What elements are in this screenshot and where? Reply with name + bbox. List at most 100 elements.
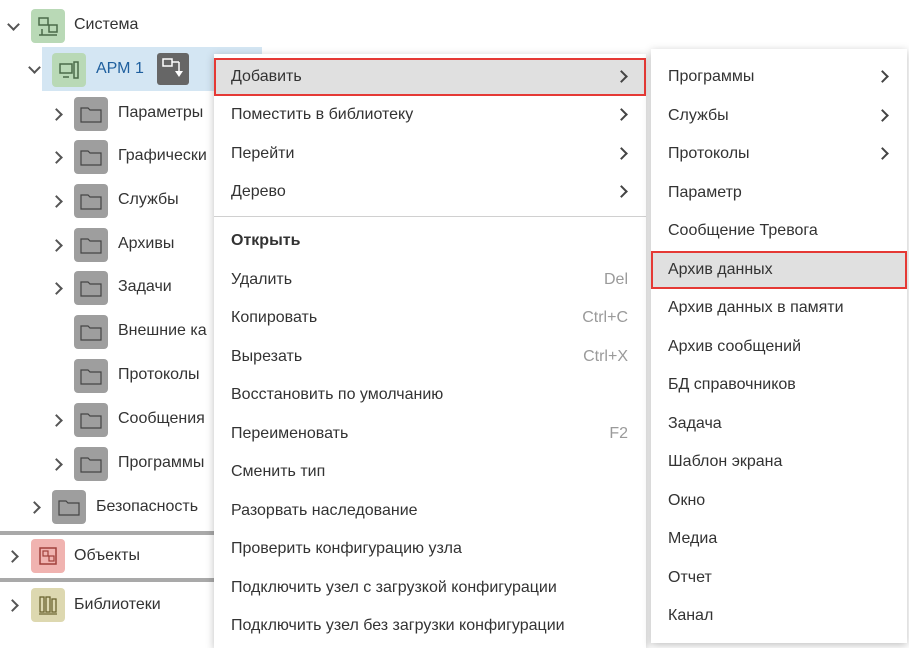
menu-item-copy[interactable]: Копировать Ctrl+C <box>214 299 646 337</box>
submenu-item-services[interactable]: Службы <box>651 97 907 135</box>
submenu-item-ref-db[interactable]: БД справочников <box>651 366 907 404</box>
menu-item-label: Открыть <box>231 232 301 249</box>
menu-item-place-library[interactable]: Поместить в библиотеку <box>214 96 646 134</box>
menu-item-delete[interactable]: Удалить Del <box>214 261 646 299</box>
menu-item-rename[interactable]: Переименовать F2 <box>214 415 646 453</box>
expand-arrow-icon[interactable] <box>2 595 22 615</box>
submenu-item-task[interactable]: Задача <box>651 405 907 443</box>
submenu-arrow-icon <box>615 68 628 86</box>
tree-item-security[interactable]: Безопасность <box>96 498 198 516</box>
menu-item-label: Переименовать <box>231 425 349 442</box>
submenu-item-channel[interactable]: Канал <box>651 597 907 635</box>
expand-arrow-icon[interactable] <box>46 235 66 255</box>
tree-item[interactable]: Графически <box>118 147 207 165</box>
tree-item[interactable]: Архивы <box>118 235 174 253</box>
menu-item-label: Поместить в библиотеку <box>231 106 414 123</box>
menu-item-label: Сообщение Тревога <box>668 222 818 239</box>
menu-item-label: Шаблон экрана <box>668 453 783 470</box>
tree-item[interactable]: Задачи <box>118 278 172 296</box>
node-action-icon[interactable] <box>157 53 189 85</box>
tree-item-system[interactable]: Система <box>74 16 138 34</box>
tree-item[interactable]: Внешние ка <box>118 322 207 340</box>
tree-item-objects[interactable]: Объекты <box>74 547 140 565</box>
menu-item-connect-without[interactable]: Подключить узел без загрузки конфигураци… <box>214 607 646 645</box>
menu-item-label: Медиа <box>668 530 718 547</box>
collapse-arrow-icon[interactable] <box>3 16 23 36</box>
tree-item[interactable]: Параметры <box>118 104 203 122</box>
menu-item-label: Задача <box>668 415 722 432</box>
expand-arrow-icon[interactable] <box>46 410 66 430</box>
menu-item-label: Подключить узел с загрузкой конфигурации <box>231 579 557 596</box>
submenu-item-data-archive[interactable]: Архив данных <box>651 251 907 289</box>
folder-icon <box>74 315 108 349</box>
submenu-item-screen-tpl[interactable]: Шаблон экрана <box>651 443 907 481</box>
menu-item-label: Восстановить по умолчанию <box>231 386 444 403</box>
folder-icon <box>74 403 108 437</box>
expand-arrow-icon[interactable] <box>24 497 44 517</box>
expand-arrow-icon[interactable] <box>46 454 66 474</box>
folder-icon <box>74 447 108 481</box>
expand-arrow-icon[interactable] <box>46 147 66 167</box>
submenu-arrow-icon <box>876 145 889 163</box>
expand-arrow-icon[interactable] <box>46 278 66 298</box>
menu-item-change-type[interactable]: Сменить тип <box>214 453 646 491</box>
menu-item-label: Окно <box>668 492 706 509</box>
collapse-arrow-icon[interactable] <box>24 59 44 79</box>
menu-item-label: Параметр <box>668 184 742 201</box>
expand-arrow-icon[interactable] <box>46 104 66 124</box>
menu-item-break-inherit[interactable]: Разорвать наследование <box>214 492 646 530</box>
submenu-item-msg-archive[interactable]: Архив сообщений <box>651 328 907 366</box>
shortcut-label: Ctrl+C <box>582 309 628 326</box>
menu-item-label: БД справочников <box>668 376 796 393</box>
submenu-item-media[interactable]: Медиа <box>651 520 907 558</box>
folder-icon <box>52 490 86 524</box>
shortcut-label: F2 <box>609 425 628 442</box>
submenu-item-mem-archive[interactable]: Архив данных в памяти <box>651 289 907 327</box>
menu-item-label: Программы <box>668 68 755 85</box>
menu-item-label: Подключить узел без загрузки конфигураци… <box>231 617 565 634</box>
submenu-item-parameter[interactable]: Параметр <box>651 174 907 212</box>
menu-item-label: Разорвать наследование <box>231 502 418 519</box>
submenu-item-protocols[interactable]: Протоколы <box>651 135 907 173</box>
expand-arrow-icon[interactable] <box>46 191 66 211</box>
tree-item-libraries[interactable]: Библиотеки <box>74 596 161 614</box>
menu-item-add[interactable]: Добавить <box>214 58 646 96</box>
menu-item-goto[interactable]: Перейти <box>214 135 646 173</box>
folder-icon <box>74 228 108 262</box>
submenu-arrow-icon <box>615 183 628 201</box>
expand-arrow-icon[interactable] <box>2 546 22 566</box>
menu-item-cut[interactable]: Вырезать Ctrl+X <box>214 338 646 376</box>
tree-item-arm[interactable]: АРМ 1 <box>96 60 144 78</box>
tree-item[interactable]: Службы <box>118 191 179 209</box>
divider <box>0 531 215 535</box>
workstation-icon <box>52 53 86 87</box>
submenu-item-window[interactable]: Окно <box>651 482 907 520</box>
menu-item-label: Копировать <box>231 309 318 326</box>
menu-item-connect-with[interactable]: Подключить узел с загрузкой конфигурации <box>214 569 646 607</box>
shortcut-label: Ctrl+X <box>583 348 628 365</box>
submenu-add: Программы Службы Протоколы Параметр Сооб… <box>651 49 907 643</box>
menu-item-label: Службы <box>668 107 729 124</box>
menu-item-open[interactable]: Открыть <box>214 222 646 260</box>
shortcut-label: Del <box>603 271 628 288</box>
menu-divider <box>214 216 646 217</box>
libraries-icon <box>31 588 65 622</box>
objects-icon <box>31 539 65 573</box>
folder-icon <box>74 359 108 393</box>
menu-item-label: Отчет <box>668 569 712 586</box>
tree-item[interactable]: Программы <box>118 454 204 472</box>
submenu-item-report[interactable]: Отчет <box>651 559 907 597</box>
tree-item[interactable]: Протоколы <box>118 366 200 384</box>
menu-item-check-config[interactable]: Проверить конфигурацию узла <box>214 530 646 568</box>
submenu-item-programs[interactable]: Программы <box>651 58 907 96</box>
submenu-item-alarm[interactable]: Сообщение Тревога <box>651 212 907 250</box>
menu-item-label: Протоколы <box>668 145 750 162</box>
folder-icon <box>74 140 108 174</box>
tree-item[interactable]: Сообщения <box>118 410 205 428</box>
folder-icon <box>74 184 108 218</box>
menu-item-tree[interactable]: Дерево <box>214 173 646 211</box>
menu-item-label: Дерево <box>231 183 286 200</box>
submenu-arrow-icon <box>876 68 889 86</box>
folder-icon <box>74 271 108 305</box>
menu-item-restore[interactable]: Восстановить по умолчанию <box>214 376 646 414</box>
